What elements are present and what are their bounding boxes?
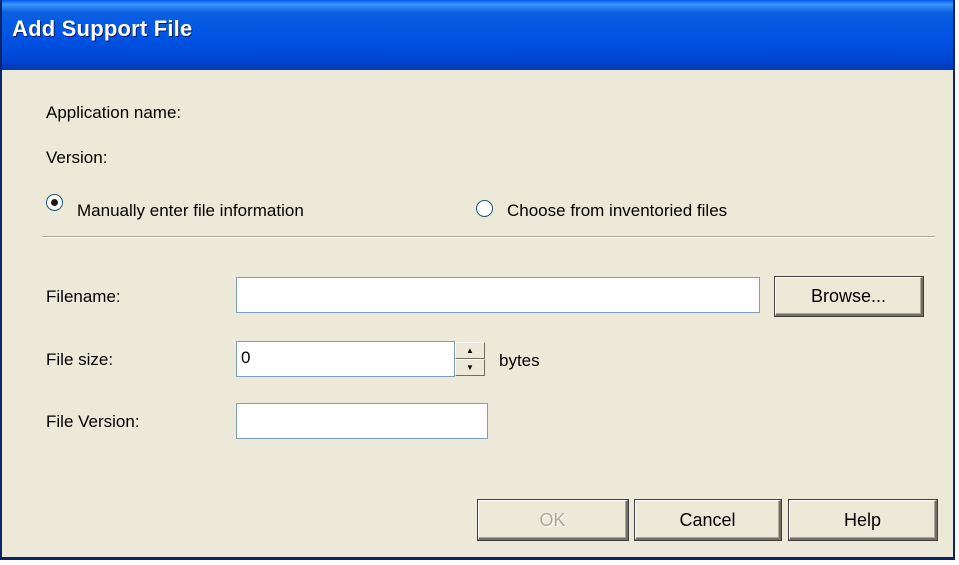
radio-button-selected[interactable] [46,194,63,211]
file-size-input[interactable]: 0 [236,341,455,377]
file-version-input[interactable] [236,403,488,439]
ok-button[interactable]: OK [477,499,629,541]
version-label: Version: [46,148,108,167]
separator-line [42,236,935,238]
file-version-label: File Version: [46,412,140,431]
spin-down-arrow-icon[interactable]: ▼ [455,359,485,376]
spin-up-arrow-icon[interactable]: ▲ [455,342,485,359]
file-size-label: File size: [46,350,114,369]
bytes-unit-label: bytes [499,351,540,370]
add-support-file-dialog: Add Support File Application name: Versi… [0,0,955,560]
browse-button[interactable]: Browse... [774,276,924,317]
filename-input[interactable] [236,277,760,313]
help-button[interactable]: Help [788,499,938,541]
dialog-title: Add Support File [12,16,193,41]
application-name-label: Application name: [46,103,182,122]
title-bar[interactable]: Add Support File [2,0,953,70]
radio-dot [51,199,58,206]
cancel-button[interactable]: Cancel [634,499,782,541]
file-size-spinner[interactable]: ▲ ▼ [455,342,485,376]
filename-label: Filename: [46,287,121,306]
radio-manual-label[interactable]: Manually enter file information [77,201,304,221]
radio-inventoried-label[interactable]: Choose from inventoried files [507,201,727,221]
radio-button-unselected[interactable] [476,200,493,217]
